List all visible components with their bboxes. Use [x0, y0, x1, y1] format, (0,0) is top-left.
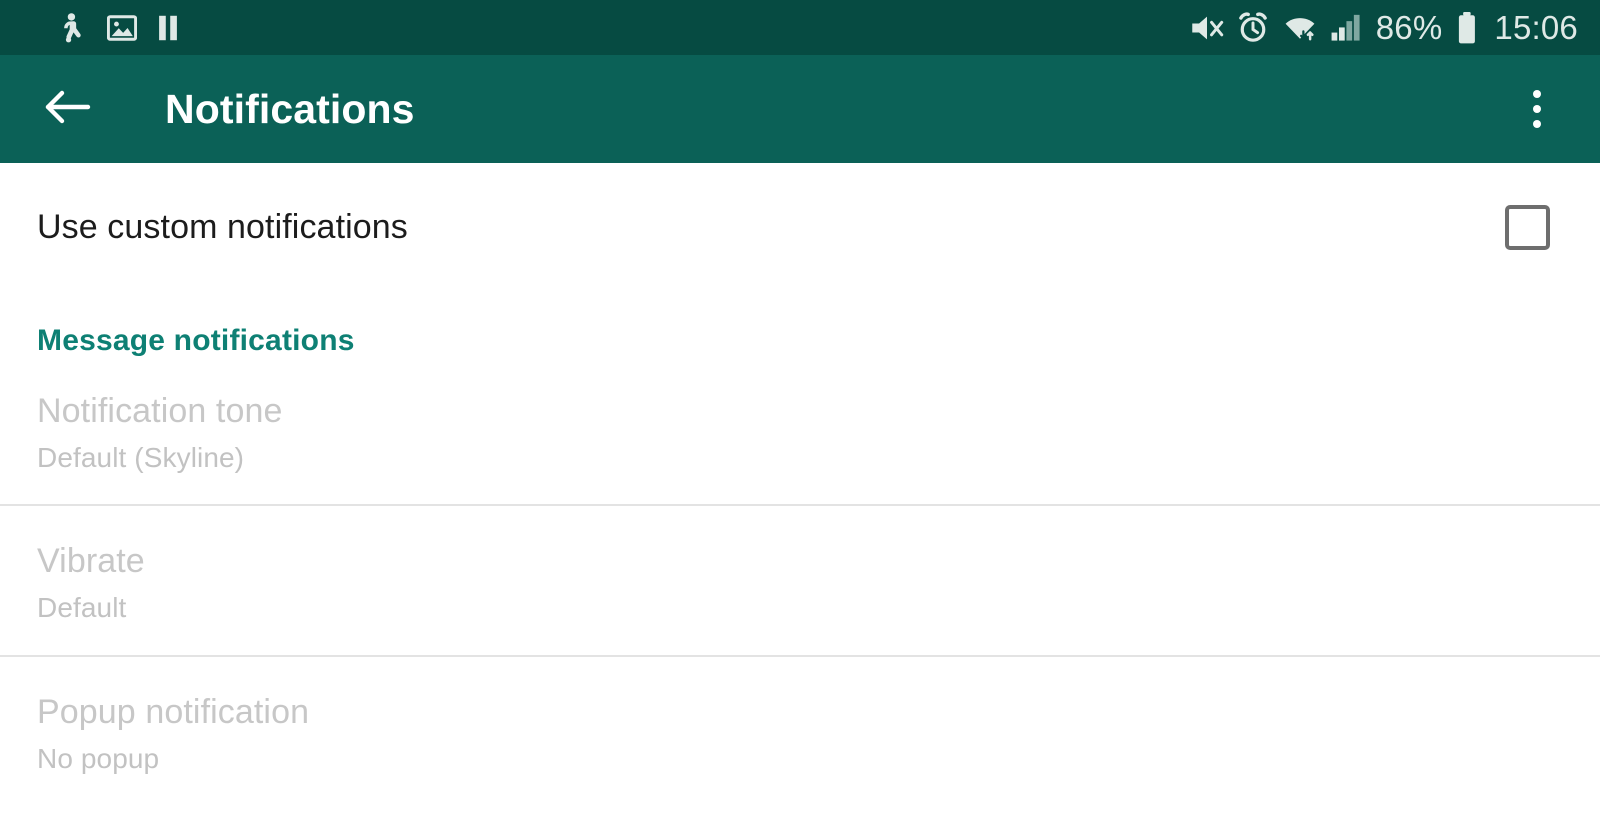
- overflow-menu-icon-dot-2: [1533, 105, 1541, 113]
- status-bar-left-icons: [58, 13, 178, 43]
- wifi-transfer-icon: [1282, 13, 1318, 43]
- use-custom-notifications-checkbox[interactable]: [1505, 205, 1550, 250]
- notification-tone-title: Notification tone: [37, 392, 1563, 431]
- message-notifications-section-header: Message notifications: [0, 292, 1600, 356]
- overflow-menu-icon-dot-3: [1533, 120, 1541, 128]
- status-bar-clock: 15:06: [1494, 11, 1578, 44]
- section-header-label: Message notifications: [37, 326, 355, 356]
- battery-percent-label: 86%: [1376, 11, 1443, 44]
- arrow-left-icon: [42, 86, 94, 133]
- popup-notification-summary: No popup: [37, 743, 1563, 775]
- status-bar: 86% 15:06: [0, 0, 1600, 55]
- popup-notification-row[interactable]: Popup notification No popup: [0, 655, 1600, 805]
- vibrate-title: Vibrate: [37, 542, 1563, 581]
- use-custom-notifications-row[interactable]: Use custom notifications: [0, 163, 1600, 292]
- popup-notification-title: Popup notification: [37, 693, 1563, 732]
- use-custom-notifications-label: Use custom notifications: [37, 208, 408, 247]
- gallery-image-icon: [107, 14, 137, 42]
- media-pause-icon: [158, 14, 178, 42]
- status-bar-right-icons: 86% 15:06: [1190, 11, 1578, 44]
- message-notifications-list: Notification tone Default (Skyline) Vibr…: [0, 356, 1600, 805]
- pedometer-icon: [58, 13, 86, 43]
- settings-content: Use custom notifications Message notific…: [0, 163, 1600, 835]
- overflow-menu-button[interactable]: [1506, 78, 1568, 140]
- notification-tone-summary: Default (Skyline): [37, 442, 1563, 474]
- vibrate-row[interactable]: Vibrate Default: [0, 504, 1600, 654]
- page-title: Notifications: [165, 86, 415, 133]
- overflow-menu-icon: [1533, 90, 1541, 98]
- cellular-signal-icon: [1331, 13, 1363, 43]
- back-button[interactable]: [38, 79, 98, 139]
- notification-tone-row[interactable]: Notification tone Default (Skyline): [0, 356, 1600, 504]
- app-screen: 86% 15:06 Notifications: [0, 0, 1600, 835]
- sound-mute-icon: [1190, 13, 1224, 43]
- battery-icon: [1457, 12, 1477, 44]
- alarm-clock-icon: [1237, 12, 1269, 43]
- app-toolbar: Notifications: [0, 55, 1600, 163]
- vibrate-summary: Default: [37, 592, 1563, 624]
